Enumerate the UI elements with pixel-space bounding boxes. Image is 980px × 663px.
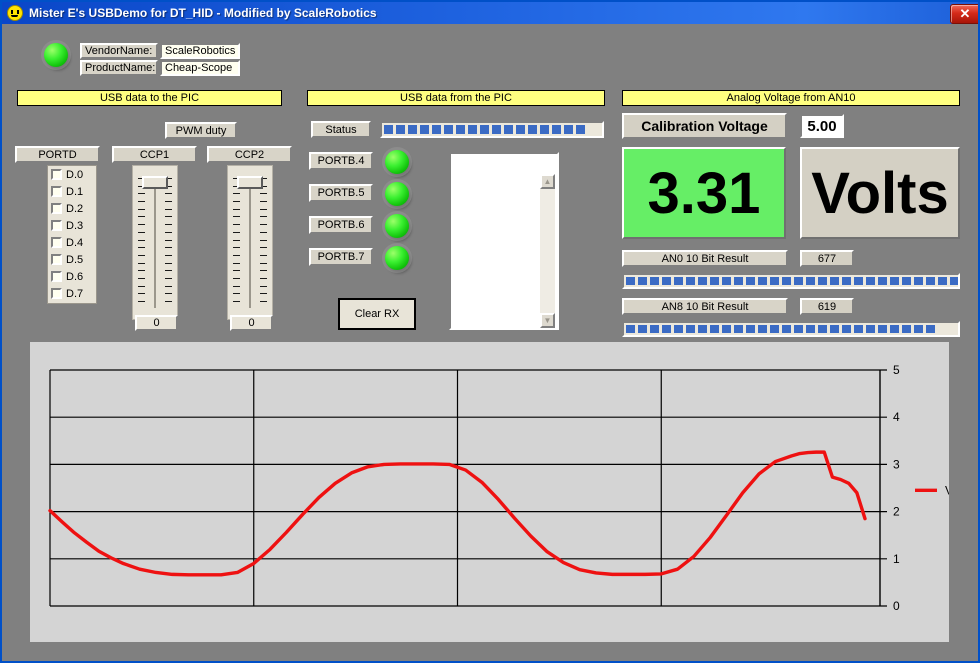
chevron-down-icon[interactable]: ▼ <box>540 313 555 328</box>
checkbox-d3[interactable] <box>51 220 62 231</box>
portb4-label: PORTB.4 <box>309 152 373 170</box>
checkbox-d4-label: D.4 <box>66 237 83 249</box>
checkbox-d4[interactable] <box>51 237 62 248</box>
ccp1-slider[interactable] <box>132 165 178 320</box>
checkbox-d7-label: D.7 <box>66 288 83 300</box>
checkbox-d3-label: D.3 <box>66 220 83 232</box>
ccp1-track <box>154 188 156 308</box>
y-axis-tick-label: 0 <box>893 599 900 613</box>
vendor-name-value[interactable]: ScaleRobotics <box>160 43 240 59</box>
rx-window[interactable]: ▲ ▼ <box>449 152 559 330</box>
portb6-label: PORTB.6 <box>309 216 373 234</box>
title-bar: Mister E's USBDemo for DT_HID - Modified… <box>2 2 980 24</box>
voltage-readout: 3.31 <box>622 147 786 239</box>
checkbox-d6-label: D.6 <box>66 271 83 283</box>
portb5-led <box>385 182 409 206</box>
ccp2-ticks-left <box>233 178 240 310</box>
chevron-up-icon[interactable]: ▲ <box>540 174 555 189</box>
portd-bit-row[interactable]: D.1 <box>48 183 96 200</box>
panel-header-from-pic: USB data from the PIC <box>307 90 605 106</box>
checkbox-d5[interactable] <box>51 254 62 265</box>
an8-result-value: 619 <box>800 298 854 315</box>
checkbox-d0-label: D.0 <box>66 169 83 181</box>
vendor-name-label: VendorName: <box>80 43 158 59</box>
calibration-voltage-label: Calibration Voltage <box>622 113 787 139</box>
panel-header-analog: Analog Voltage from AN10 <box>622 90 960 106</box>
ccp1-value[interactable]: 0 <box>135 315 178 331</box>
an0-progress-bar <box>622 273 960 289</box>
portd-checkbox-group: D.0 D.1 D.2 D.3 D.4 D.5 D.6 D.7 <box>47 165 97 304</box>
ccp2-slider[interactable] <box>227 165 273 320</box>
smiley-icon <box>7 5 23 21</box>
an0-result-label: AN0 10 Bit Result <box>622 250 788 267</box>
ccp2-label: CCP2 <box>207 146 292 163</box>
portd-bit-row[interactable]: D.6 <box>48 268 96 285</box>
portd-bit-row[interactable]: D.7 <box>48 285 96 302</box>
portd-bit-row[interactable]: D.4 <box>48 234 96 251</box>
window-title: Mister E's USBDemo for DT_HID - Modified… <box>29 6 377 20</box>
pwm-duty-label: PWM duty <box>165 122 237 139</box>
product-name-value[interactable]: Cheap-Scope <box>160 60 240 76</box>
an0-progress-fill <box>624 275 958 287</box>
ccp2-thumb[interactable] <box>237 176 263 189</box>
ccp2-track <box>249 188 251 308</box>
calibration-voltage-value[interactable]: 5.00 <box>800 114 844 138</box>
panel-header-to-pic: USB data to the PIC <box>17 90 282 106</box>
y-axis-tick-label: 4 <box>893 410 900 424</box>
portd-bit-row[interactable]: D.2 <box>48 200 96 217</box>
checkbox-d7[interactable] <box>51 288 62 299</box>
portb5-label: PORTB.5 <box>309 184 373 202</box>
ccp1-thumb[interactable] <box>142 176 168 189</box>
portb7-label: PORTB.7 <box>309 248 373 266</box>
clear-rx-button[interactable]: Clear RX <box>338 298 416 330</box>
portb4-led <box>385 150 409 174</box>
an8-result-label: AN8 10 Bit Result <box>622 298 788 315</box>
close-button[interactable]: ✕ <box>950 4 980 24</box>
y-axis-tick-label: 5 <box>893 363 900 377</box>
y-axis-tick-label: 2 <box>893 505 900 519</box>
chart-svg: 0 1 2 3 4 5 Volts <box>30 342 949 642</box>
ccp1-label: CCP1 <box>112 146 197 163</box>
y-axis-tick-label: 3 <box>893 457 900 471</box>
ccp2-value[interactable]: 0 <box>230 315 273 331</box>
status-label: Status <box>311 121 371 138</box>
application-window: Mister E's USBDemo for DT_HID - Modified… <box>0 0 980 663</box>
rx-window-text <box>453 174 538 326</box>
portb6-led <box>385 214 409 238</box>
rx-scrollbar[interactable]: ▲ ▼ <box>540 174 555 328</box>
an8-progress-bar <box>622 321 960 337</box>
an0-result-value: 677 <box>800 250 854 267</box>
portd-bit-row[interactable]: D.0 <box>48 166 96 183</box>
portd-bit-row[interactable]: D.3 <box>48 217 96 234</box>
status-progress-bar <box>380 121 604 138</box>
portb7-led <box>385 246 409 270</box>
product-name-label: ProductName: <box>80 60 158 76</box>
connection-led <box>44 43 68 67</box>
legend-label: Volts <box>945 483 949 497</box>
portd-bit-row[interactable]: D.5 <box>48 251 96 268</box>
ccp1-ticks-right <box>165 178 172 310</box>
voltage-chart: 0 1 2 3 4 5 Volts <box>30 342 949 642</box>
ccp2-ticks-right <box>260 178 267 310</box>
status-progress-fill <box>382 123 602 136</box>
checkbox-d2-label: D.2 <box>66 203 83 215</box>
an8-progress-fill <box>624 323 958 335</box>
voltage-unit-label: Volts <box>800 147 960 239</box>
checkbox-d2[interactable] <box>51 203 62 214</box>
portd-label: PORTD <box>15 146 100 163</box>
checkbox-d1-label: D.1 <box>66 186 83 198</box>
checkbox-d0[interactable] <box>51 169 62 180</box>
y-axis-tick-label: 1 <box>893 552 900 566</box>
checkbox-d1[interactable] <box>51 186 62 197</box>
checkbox-d5-label: D.5 <box>66 254 83 266</box>
ccp1-ticks-left <box>138 178 145 310</box>
checkbox-d6[interactable] <box>51 271 62 282</box>
